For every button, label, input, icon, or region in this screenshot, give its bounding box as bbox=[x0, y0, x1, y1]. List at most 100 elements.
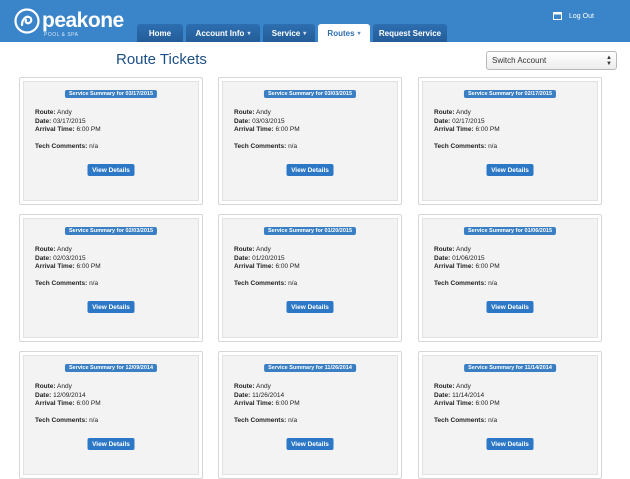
view-details-button[interactable]: View Details bbox=[486, 301, 534, 313]
arrival-label: Arrival Time: bbox=[434, 126, 474, 134]
date-value: 11/14/2014 bbox=[452, 391, 485, 399]
date-line: Date: 03/17/2015 bbox=[35, 118, 101, 127]
comments-value: n/a bbox=[488, 143, 498, 150]
comments-value: n/a bbox=[288, 280, 298, 287]
arrival-value: 6:00 PM bbox=[475, 400, 500, 408]
arrival-label: Arrival Time: bbox=[434, 263, 474, 271]
tab-home[interactable]: Home bbox=[137, 24, 183, 42]
route-label: Route: bbox=[434, 246, 455, 253]
comments-label: Tech Comments: bbox=[434, 280, 487, 287]
ticket-title-badge: Service Summary for 02/03/2015 bbox=[64, 227, 158, 235]
arrival-line: Arrival Time: 6:00 PM bbox=[234, 126, 300, 135]
view-details-button[interactable]: View Details bbox=[486, 164, 534, 176]
ticket-card-body: Service Summary for 03/03/2015 Route: And… bbox=[222, 81, 398, 201]
ticket-card: Service Summary for 03/03/2015 Route: And… bbox=[218, 77, 402, 205]
route-label: Route: bbox=[434, 383, 455, 390]
view-details-button[interactable]: View Details bbox=[87, 301, 135, 313]
view-details-button[interactable]: View Details bbox=[286, 164, 334, 176]
arrival-line: Arrival Time: 6:00 PM bbox=[234, 400, 300, 409]
ticket-title-badge: Service Summary for 11/26/2014 bbox=[264, 364, 356, 372]
route-value: Andy bbox=[57, 109, 72, 116]
comments-value: n/a bbox=[89, 143, 99, 150]
arrival-value: 6:00 PM bbox=[275, 126, 300, 134]
view-details-button[interactable]: View Details bbox=[486, 438, 534, 450]
ticket-card-body: Service Summary for 11/26/2014 Route: And… bbox=[222, 355, 398, 475]
date-value: 12/09/2014 bbox=[53, 391, 86, 399]
arrival-line: Arrival Time: 6:00 PM bbox=[434, 263, 500, 272]
ticket-title-badge: Service Summary for 01/20/2015 bbox=[263, 227, 357, 235]
date-line: Date: 11/14/2014 bbox=[434, 392, 500, 401]
ticket-details: Route: Andy Date: 02/17/2015 Arrival Time:… bbox=[434, 109, 500, 135]
ticket-card-body: Service Summary for 02/03/2015 Route: And… bbox=[23, 218, 199, 338]
logout-link[interactable]: Log Out bbox=[553, 11, 594, 21]
comments-line: Tech Comments: n/a bbox=[234, 143, 297, 150]
route-label: Route: bbox=[434, 109, 455, 116]
ticket-card: Service Summary for 03/17/2015 Route: And… bbox=[19, 77, 203, 205]
brand-tagline: POOL & SPA bbox=[44, 32, 79, 38]
comments-value: n/a bbox=[488, 280, 498, 287]
tab-account-info[interactable]: Account Info ▾ bbox=[186, 24, 260, 42]
comments-value: n/a bbox=[89, 417, 99, 424]
ticket-title-badge: Service Summary for 02/17/2015 bbox=[463, 90, 557, 98]
brand-logo[interactable]: peakone POOL & SPA bbox=[14, 8, 124, 38]
date-value: 03/17/2015 bbox=[53, 117, 86, 125]
ticket-title-badge: Service Summary for 12/09/2014 bbox=[64, 364, 158, 372]
route-label: Route: bbox=[35, 383, 56, 390]
tab-label: Service bbox=[271, 28, 301, 38]
ticket-details: Route: Andy Date: 12/09/2014 Arrival Time:… bbox=[35, 383, 101, 409]
route-line: Route: Andy bbox=[434, 109, 500, 118]
logo-icon bbox=[14, 8, 40, 34]
date-line: Date: 01/20/2015 bbox=[234, 255, 300, 264]
arrival-line: Arrival Time: 6:00 PM bbox=[434, 126, 500, 135]
route-label: Route: bbox=[234, 109, 255, 116]
comments-label: Tech Comments: bbox=[234, 417, 287, 424]
view-details-button[interactable]: View Details bbox=[286, 438, 334, 450]
ticket-details: Route: Andy Date: 03/03/2015 Arrival Time:… bbox=[234, 109, 300, 135]
arrival-value: 6:00 PM bbox=[76, 126, 101, 134]
view-details-button[interactable]: View Details bbox=[87, 164, 135, 176]
comments-label: Tech Comments: bbox=[434, 417, 487, 424]
date-value: 01/20/2015 bbox=[252, 254, 285, 262]
comments-value: n/a bbox=[488, 417, 498, 424]
ticket-card: Service Summary for 02/17/2015 Route: And… bbox=[418, 77, 602, 205]
comments-line: Tech Comments: n/a bbox=[35, 143, 98, 150]
ticket-card: Service Summary for 02/03/2015 Route: And… bbox=[19, 214, 203, 342]
ticket-title-badge: Service Summary for 03/03/2015 bbox=[263, 90, 357, 98]
arrival-line: Arrival Time: 6:00 PM bbox=[35, 263, 101, 272]
ticket-card: Service Summary for 12/09/2014 Route: And… bbox=[19, 351, 203, 479]
comments-line: Tech Comments: n/a bbox=[234, 280, 297, 287]
tab-label: Account Info bbox=[195, 28, 245, 38]
tab-routes[interactable]: Routes ▾ bbox=[318, 24, 370, 42]
comments-line: Tech Comments: n/a bbox=[434, 280, 497, 287]
ticket-card: Service Summary for 11/14/2014 Route: And… bbox=[418, 351, 602, 479]
tab-label: Routes bbox=[327, 28, 355, 38]
route-value: Andy bbox=[456, 109, 471, 116]
switch-account-select[interactable]: Switch Account ▲ ▼ bbox=[486, 51, 617, 70]
date-line: Date: 11/26/2014 bbox=[234, 392, 300, 401]
route-line: Route: Andy bbox=[35, 246, 101, 255]
date-line: Date: 03/03/2015 bbox=[234, 118, 300, 127]
ticket-details: Route: Andy Date: 11/14/2014 Arrival Time:… bbox=[434, 383, 500, 409]
view-details-button[interactable]: View Details bbox=[87, 438, 135, 450]
ticket-title-badge: Service Summary for 01/06/2015 bbox=[463, 227, 557, 235]
view-details-button[interactable]: View Details bbox=[286, 301, 334, 313]
date-label: Date: bbox=[234, 391, 251, 399]
ticket-details: Route: Andy Date: 03/17/2015 Arrival Time:… bbox=[35, 109, 101, 135]
route-line: Route: Andy bbox=[35, 383, 101, 392]
date-value: 02/17/2015 bbox=[452, 117, 485, 125]
tab-label: Home bbox=[148, 28, 172, 38]
tab-service[interactable]: Service ▾ bbox=[263, 24, 315, 42]
ticket-card-body: Service Summary for 01/20/2015 Route: And… bbox=[222, 218, 398, 338]
comments-label: Tech Comments: bbox=[35, 417, 88, 424]
tab-request-service[interactable]: Request Service bbox=[373, 24, 447, 42]
tab-label: Request Service bbox=[378, 28, 442, 38]
ticket-card-body: Service Summary for 11/14/2014 Route: And… bbox=[422, 355, 598, 475]
ticket-card-body: Service Summary for 02/17/2015 Route: And… bbox=[422, 81, 598, 201]
arrival-line: Arrival Time: 6:00 PM bbox=[234, 263, 300, 272]
date-label: Date: bbox=[434, 254, 451, 262]
chevron-down-icon: ▾ bbox=[357, 30, 361, 37]
date-label: Date: bbox=[234, 254, 251, 262]
comments-label: Tech Comments: bbox=[234, 280, 287, 287]
chevron-down-icon: ▾ bbox=[303, 30, 307, 37]
arrival-label: Arrival Time: bbox=[234, 400, 274, 408]
